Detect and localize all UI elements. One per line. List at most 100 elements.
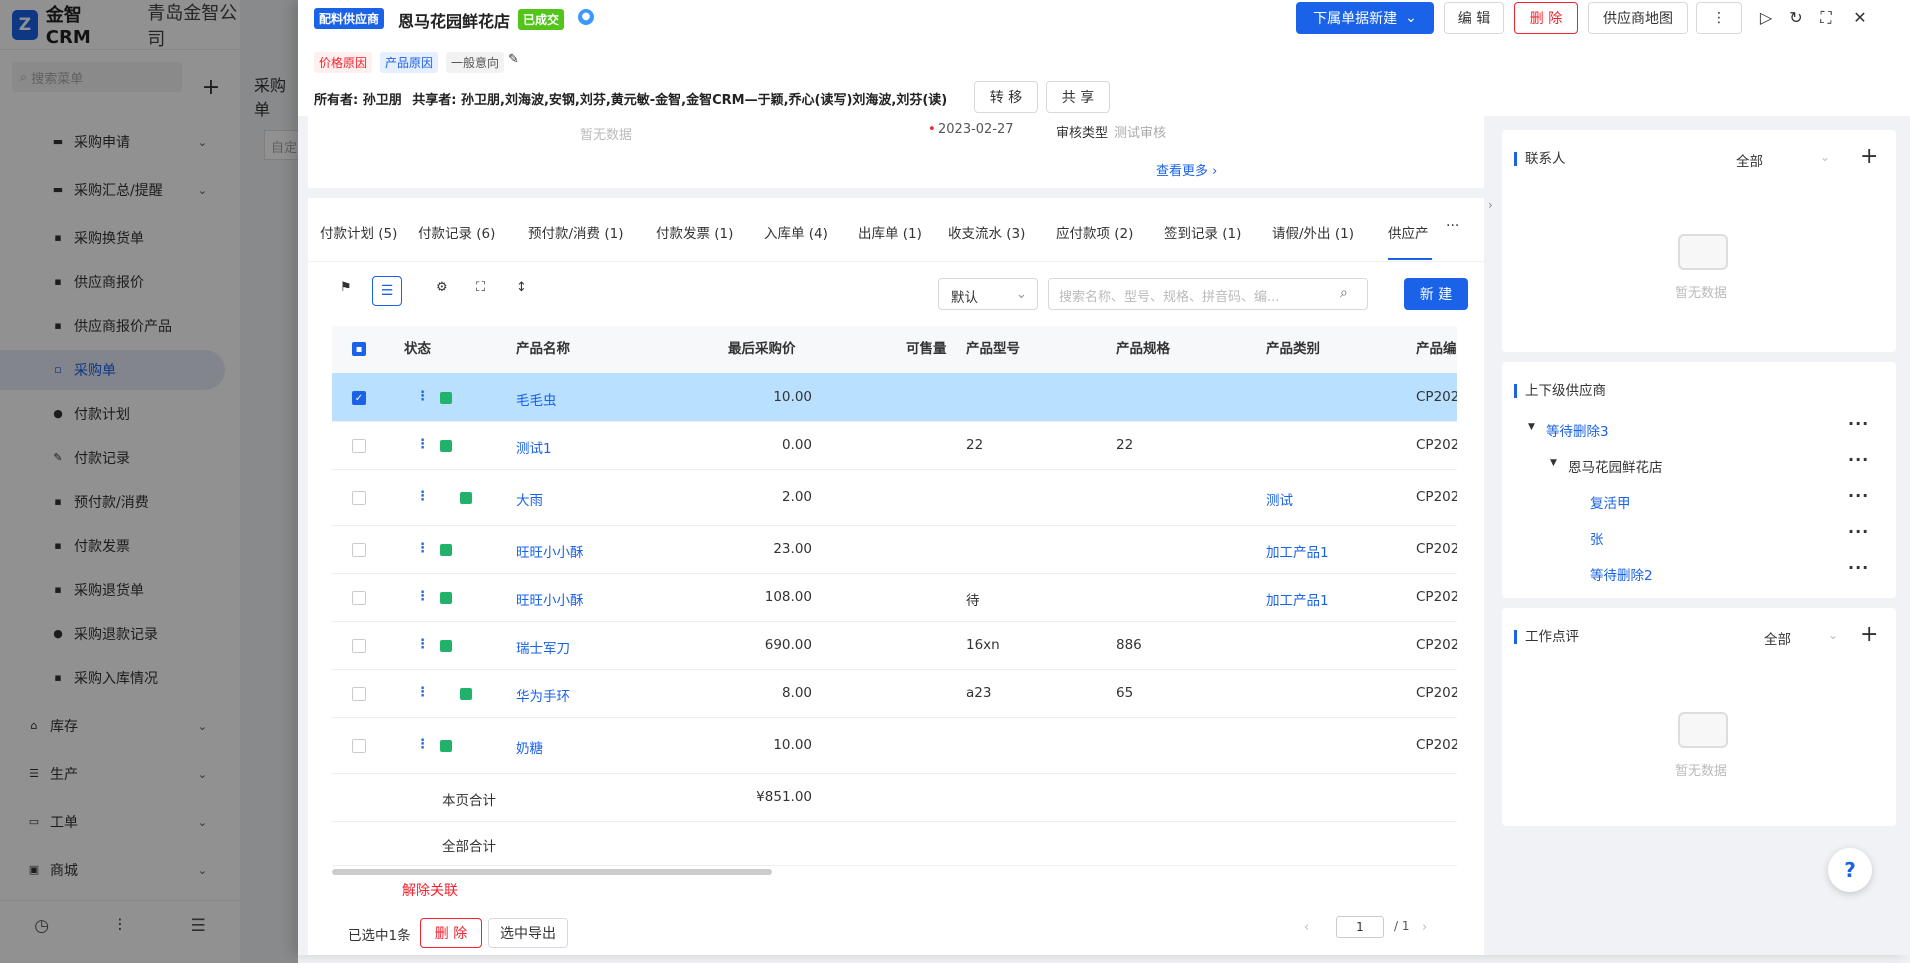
product-category-link[interactable]: 加工产品1 (1266, 541, 1329, 561)
row-checkbox[interactable] (352, 591, 366, 605)
tab-payment-invoice[interactable]: 付款发票 (1) (656, 222, 733, 242)
delete-button[interactable]: 删 除 (1514, 2, 1578, 34)
tree-node[interactable]: 复活甲 (1590, 492, 1631, 512)
tab-payment-plan[interactable]: 付款计划 (5) (320, 222, 397, 242)
tab-payment-record[interactable]: 付款记录 (6) (418, 222, 495, 242)
transfer-button[interactable]: 转 移 (974, 81, 1038, 113)
see-more-link[interactable]: 查看更多 › (1156, 160, 1217, 179)
row-actions-icon[interactable]: ⋮ (416, 489, 429, 504)
add-comment-icon[interactable]: + (1860, 622, 1878, 647)
chevron-down-icon[interactable]: ⌄ (1820, 150, 1830, 164)
comments-filter[interactable]: 全部 (1764, 628, 1791, 648)
product-search-input[interactable]: 搜索名称、型号、规格、拼音码、编... (1048, 278, 1368, 310)
bulk-delete-button[interactable]: 删 除 (420, 918, 482, 948)
col-product-name[interactable]: 产品名称 (516, 326, 570, 373)
prev-page-icon[interactable]: ‹ (1304, 920, 1309, 935)
tab-payables[interactable]: 应付款项 (2) (1056, 222, 1133, 242)
collapse-right-panel-icon[interactable]: › (1488, 198, 1502, 222)
row-actions-icon[interactable]: ⋮ (416, 541, 429, 556)
sort-select[interactable]: 默认 ⌄ (938, 278, 1038, 310)
more-actions-button[interactable]: ⋮ (1696, 2, 1742, 34)
tab-inbound[interactable]: 入库单 (4) (764, 222, 828, 242)
row-actions-icon[interactable]: ⋮ (416, 389, 429, 404)
tree-node[interactable]: 恩马花园鲜花店 (1568, 456, 1663, 476)
supplier-map-button[interactable]: 供应商地图 (1588, 2, 1688, 34)
product-category-link[interactable]: 测试 (1266, 489, 1293, 509)
table-row[interactable]: ⋮ 华为手环 8.00 a23 65 CP202 (332, 670, 1457, 718)
list-view-icon[interactable]: ☰ (372, 276, 402, 306)
refresh-icon[interactable]: ↻ (1784, 6, 1808, 30)
product-category-link[interactable]: 加工产品1 (1266, 589, 1329, 609)
table-row[interactable]: ⋮ 瑞士军刀 690.00 16xn 886 CP202 (332, 622, 1457, 670)
row-actions-icon[interactable]: ⋮ (416, 637, 429, 652)
add-contact-icon[interactable]: + (1860, 144, 1878, 169)
unlink-button[interactable]: 解除关联 (402, 880, 458, 900)
col-available-qty[interactable]: 可售量 (906, 326, 947, 373)
tab-cash-flow[interactable]: 收支流水 (3) (948, 222, 1025, 242)
table-row[interactable]: ⋮ 测试1 0.00 22 22 CP202 (332, 422, 1457, 470)
node-more-icon[interactable]: ··· (1848, 486, 1869, 505)
search-icon[interactable]: ⌕ (1340, 285, 1348, 301)
chevron-down-icon[interactable]: ⌄ (1828, 628, 1838, 642)
share-button[interactable]: 共 享 (1046, 81, 1110, 113)
col-model[interactable]: 产品型号 (966, 326, 1020, 373)
row-checkbox[interactable] (352, 439, 366, 453)
new-button[interactable]: 新 建 (1404, 278, 1468, 310)
table-row[interactable]: ⋮ 奶糖 10.00 CP202 (332, 718, 1457, 774)
product-name-link[interactable]: 奶糖 (516, 737, 543, 757)
node-more-icon[interactable]: ··· (1848, 414, 1869, 433)
product-name-link[interactable]: 瑞士军刀 (516, 637, 570, 657)
row-height-icon[interactable]: ↕ (516, 280, 527, 295)
row-actions-icon[interactable]: ⋮ (416, 685, 429, 700)
close-icon[interactable]: ✕ (1848, 6, 1872, 30)
col-spec[interactable]: 产品规格 (1116, 326, 1170, 373)
chart-view-icon[interactable]: ⚑ (340, 280, 352, 295)
row-checkbox[interactable] (352, 739, 366, 753)
product-name-link[interactable]: 旺旺小小酥 (516, 589, 584, 609)
product-name-link[interactable]: 毛毛虫 (516, 389, 557, 409)
product-name-link[interactable]: 华为手环 (516, 685, 570, 705)
export-selected-button[interactable]: 选中导出 (488, 918, 568, 948)
row-actions-icon[interactable]: ⋮ (416, 737, 429, 752)
tab-checkin[interactable]: 签到记录 (1) (1164, 222, 1241, 242)
next-page-icon[interactable]: › (1422, 920, 1427, 935)
help-icon[interactable]: ? (1828, 848, 1872, 892)
table-row[interactable]: ⋮ 大雨 2.00 测试 CP202 (332, 470, 1457, 526)
row-checkbox[interactable] (352, 639, 366, 653)
fullscreen-icon[interactable]: ⛶ (1814, 6, 1838, 30)
row-actions-icon[interactable]: ⋮ (416, 437, 429, 452)
node-more-icon[interactable]: ··· (1848, 558, 1869, 577)
caret-down-icon[interactable]: ▼ (1528, 422, 1535, 432)
expand-icon[interactable]: ⛶ (476, 280, 485, 295)
tree-node[interactable]: 等待删除2 (1590, 564, 1653, 584)
play-icon[interactable]: ▷ (1754, 6, 1778, 30)
product-name-link[interactable]: 大雨 (516, 489, 543, 509)
caret-down-icon[interactable]: ▼ (1550, 458, 1557, 468)
node-more-icon[interactable]: ··· (1848, 522, 1869, 541)
edit-button[interactable]: 编 辑 (1444, 2, 1504, 34)
col-last-price[interactable]: 最后采购价 (728, 326, 796, 373)
table-row[interactable]: ⋮ 旺旺小小酥 108.00 待 加工产品1 CP202 (332, 574, 1457, 622)
tab-outbound[interactable]: 出库单 (1) (858, 222, 922, 242)
col-status[interactable]: 状态 (404, 326, 431, 373)
node-more-icon[interactable]: ··· (1848, 450, 1869, 469)
tab-leave[interactable]: 请假/外出 (1) (1272, 222, 1354, 242)
row-checkbox[interactable] (352, 543, 366, 557)
tab-supplier-products[interactable]: 供应产 (1388, 222, 1429, 242)
settings-icon[interactable]: ⚙ (436, 280, 448, 295)
edit-tags-icon[interactable]: ✎ (508, 52, 519, 67)
table-row[interactable]: ⋮ 旺旺小小酥 23.00 加工产品1 CP202 (332, 526, 1457, 574)
tree-node[interactable]: 张 (1590, 528, 1604, 548)
tab-prepayment[interactable]: 预付款/消费 (1) (528, 222, 623, 242)
row-checkbox[interactable] (352, 687, 366, 701)
user-icon[interactable]: ● (578, 9, 594, 25)
product-name-link[interactable]: 测试1 (516, 437, 552, 457)
col-category[interactable]: 产品类别 (1266, 326, 1320, 373)
contacts-filter[interactable]: 全部 (1736, 150, 1763, 170)
row-checkbox[interactable]: ✓ (352, 391, 366, 405)
page-input[interactable]: 1 (1336, 916, 1384, 938)
table-row[interactable]: ✓ ⋮ 毛毛虫 10.00 CP202 (332, 373, 1457, 422)
overlay-mask[interactable] (0, 0, 298, 963)
col-code[interactable]: 产品编号 (1416, 326, 1457, 373)
select-all-checkbox[interactable]: ▪ (352, 342, 366, 356)
